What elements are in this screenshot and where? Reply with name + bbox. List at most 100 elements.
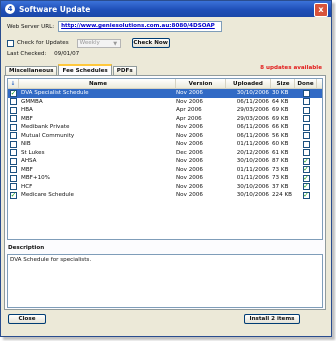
row-done-cell — [295, 123, 317, 131]
table-row[interactable]: HBA Apr 2006 29/03/2006 69 KB — [8, 106, 322, 115]
row-done-checkbox[interactable]: ✓ — [302, 183, 310, 191]
row-done-checkbox[interactable] — [302, 98, 310, 106]
row-select-checkbox[interactable] — [10, 140, 17, 148]
table-row[interactable]: ✓ Medicare Schedule Nov 2006 30/10/2006 224 … — [8, 191, 322, 200]
row-uploaded: 30/10/2006 — [236, 192, 269, 199]
row-done-checkbox[interactable] — [302, 106, 310, 114]
row-done-checkbox[interactable]: ✓ — [302, 174, 310, 182]
row-done-checkbox[interactable]: ✓ — [302, 166, 310, 174]
table-row[interactable]: MBF Apr 2006 29/03/2006 69 KB — [8, 115, 322, 124]
row-version: Dec 2006 — [176, 149, 203, 156]
row-done-checkbox[interactable] — [302, 89, 310, 97]
row-name: MBF — [21, 166, 33, 173]
row-select-checkbox[interactable] — [10, 174, 17, 182]
tab-fee-schedules[interactable]: Fee Schedules — [58, 64, 112, 75]
row-done-checkbox[interactable] — [302, 115, 310, 123]
row-uploaded: 06/11/2006 — [236, 124, 269, 131]
row-select-cell — [8, 98, 19, 106]
row-size: 69 KB — [272, 107, 289, 114]
table-row[interactable]: St Lukes Dec 2006 20/12/2006 61 KB — [8, 149, 322, 158]
row-done-checkbox[interactable]: ✓ — [302, 157, 310, 165]
row-size: 64 KB — [272, 98, 289, 105]
row-version: Nov 2006 — [176, 175, 203, 182]
tab-miscellaneous[interactable]: Miscellaneous — [5, 66, 58, 75]
row-version: Apr 2006 — [176, 107, 202, 114]
description-text: DVA Schedule for specialists. — [10, 257, 92, 263]
column-header-version[interactable]: Version — [176, 79, 226, 88]
row-done-cell — [295, 140, 317, 148]
table-row[interactable]: NIB Nov 2006 01/11/2006 60 KB — [8, 140, 322, 149]
tab-panel: ↓ Name Version Uploaded Size Done ✓ DVA S… — [4, 75, 326, 310]
row-select-cell — [8, 149, 19, 157]
row-select-cell — [8, 183, 19, 191]
row-select-checkbox[interactable] — [10, 123, 17, 131]
row-select-checkbox[interactable]: ✓ — [10, 89, 17, 97]
row-select-checkbox[interactable] — [10, 132, 17, 140]
column-header-uploaded[interactable]: Uploaded — [226, 79, 271, 88]
row-select-checkbox[interactable] — [10, 98, 17, 106]
last-checked-value: 09/01/07 — [54, 51, 80, 57]
table-row[interactable]: AHSA Nov 2006 30/10/2006 87 KB ✓ — [8, 157, 322, 166]
row-done-cell — [295, 98, 317, 106]
row-done-checkbox[interactable] — [302, 132, 310, 140]
row-version: Nov 2006 — [176, 192, 203, 199]
row-select-checkbox[interactable] — [10, 157, 17, 165]
row-select-checkbox[interactable] — [10, 166, 17, 174]
check-now-button[interactable]: Check Now — [131, 38, 170, 48]
column-header-done[interactable]: Done — [295, 79, 317, 88]
row-done-checkbox[interactable] — [302, 123, 310, 131]
column-header-check[interactable]: ↓ — [8, 79, 19, 88]
row-name: Mutual Community — [21, 132, 75, 139]
web-server-url-field[interactable]: http://www.geniesolutions.com.au:8080/4D… — [58, 21, 223, 32]
row-uploaded: 29/03/2006 — [236, 107, 269, 114]
close-window-button[interactable]: x — [314, 3, 328, 17]
row-done-checkbox[interactable]: ✓ — [302, 191, 310, 199]
row-select-checkbox[interactable] — [10, 106, 17, 114]
table-body: ✓ DVA Specialist Schedule Nov 2006 30/10/20… — [8, 89, 322, 200]
row-name: MBF+10% — [21, 175, 51, 182]
row-uploaded: 06/11/2006 — [236, 98, 269, 105]
row-done-checkbox[interactable] — [302, 149, 310, 157]
row-select-cell: ✓ — [8, 191, 19, 199]
title-bar[interactable]: 4 Software Update x — [1, 1, 331, 17]
row-select-cell — [8, 174, 19, 182]
table-row[interactable]: GMMBA Nov 2006 06/11/2006 64 KB — [8, 98, 322, 107]
table-row[interactable]: MBF+10% Nov 2006 01/11/2006 73 KB ✓ — [8, 174, 322, 183]
row-name: HBA — [21, 107, 33, 114]
row-version: Nov 2006 — [176, 158, 203, 165]
table-row[interactable]: MBF Nov 2006 01/11/2006 73 KB ✓ — [8, 166, 322, 175]
table-row[interactable]: Mutual Community Nov 2006 06/11/2006 56 KB — [8, 132, 322, 141]
row-done-cell: ✓ — [295, 183, 317, 191]
updates-available-text: 8 updates available — [260, 65, 322, 71]
row-done-cell: ✓ — [295, 157, 317, 165]
table-row[interactable]: Medibank Private Nov 2006 06/11/2006 66 KB — [8, 123, 322, 132]
row-select-cell — [8, 140, 19, 148]
row-uploaded: 30/10/2006 — [236, 90, 269, 97]
description-label: Description — [8, 245, 45, 251]
row-select-checkbox[interactable]: ✓ — [10, 191, 17, 199]
row-uploaded: 30/10/2006 — [236, 158, 269, 165]
row-name: Medicare Schedule — [21, 192, 74, 199]
frequency-dropdown[interactable]: Weekly ▼ — [76, 38, 121, 48]
updates-table: ↓ Name Version Uploaded Size Done ✓ DVA S… — [7, 78, 323, 240]
row-size: 73 KB — [272, 175, 289, 182]
row-uploaded: 01/11/2006 — [236, 141, 269, 148]
row-done-checkbox[interactable] — [302, 140, 310, 148]
tab-pdfs[interactable]: PDFs — [112, 66, 137, 75]
column-header-size[interactable]: Size — [271, 79, 295, 88]
row-select-checkbox[interactable] — [10, 115, 17, 123]
table-row[interactable]: HCF Nov 2006 30/10/2006 37 KB ✓ — [8, 183, 322, 192]
row-size: 87 KB — [272, 158, 289, 165]
app-icon: 4 — [5, 4, 15, 14]
tab-bar: Miscellaneous Fee Schedules PDFs — [5, 64, 138, 75]
row-version: Apr 2006 — [176, 115, 202, 122]
row-select-checkbox[interactable] — [10, 183, 17, 191]
row-select-cell — [8, 132, 19, 140]
close-button[interactable]: Close — [8, 314, 46, 324]
table-row[interactable]: ✓ DVA Specialist Schedule Nov 2006 30/10/20… — [8, 89, 322, 98]
install-button[interactable]: Install 2 items — [244, 314, 300, 324]
row-select-checkbox[interactable] — [10, 149, 17, 157]
check-for-updates-checkbox[interactable] — [7, 39, 14, 47]
row-uploaded: 06/11/2006 — [236, 132, 269, 139]
column-header-name[interactable]: Name — [19, 79, 176, 88]
